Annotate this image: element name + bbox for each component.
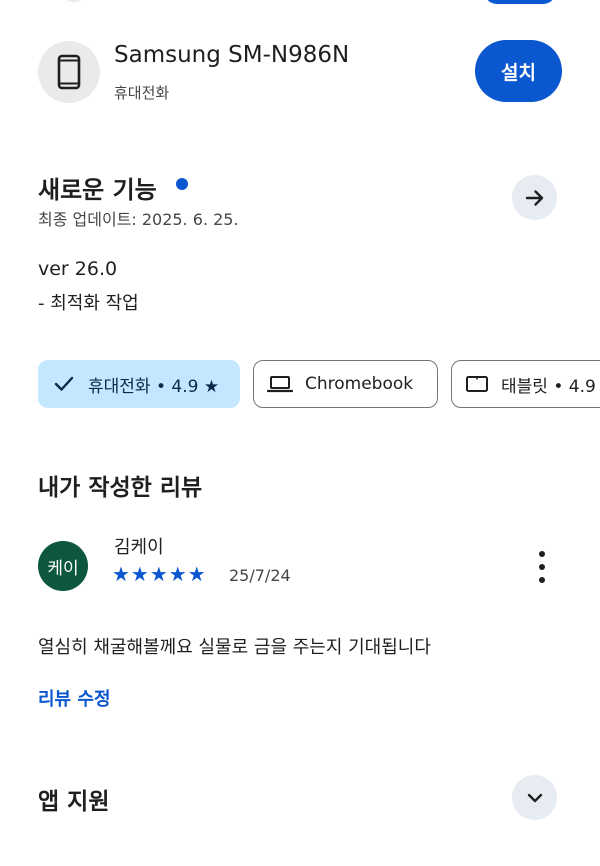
- arrow-right-icon[interactable]: [512, 175, 557, 220]
- device-type: 휴대전화: [114, 84, 170, 102]
- avatar: 케이: [38, 541, 88, 591]
- chevron-down-icon[interactable]: [512, 775, 557, 820]
- star-rating: ★★★★★: [112, 562, 207, 586]
- review-author: 김케이: [114, 537, 164, 558]
- chip-phone[interactable]: 휴대전화 • 4.9 ★: [38, 360, 240, 408]
- chip-label: Chromebook: [305, 374, 414, 394]
- chip-chromebook[interactable]: Chromebook: [253, 360, 438, 408]
- phone-icon: [38, 41, 100, 103]
- tablet-icon: [465, 375, 489, 393]
- edit-review-link[interactable]: 리뷰 수정: [38, 685, 111, 711]
- device-name: Samsung SM-N986N: [114, 42, 350, 68]
- version-text: ver 26.0: [38, 258, 118, 280]
- previous-item-icon: [58, 0, 90, 2]
- new-indicator-dot: [176, 178, 188, 190]
- chip-label: 태블릿 • 4.9 ★: [501, 376, 600, 397]
- review-date: 25/7/24: [229, 566, 291, 585]
- last-updated: 최종 업데이트: 2025. 6. 25.: [38, 210, 239, 229]
- release-note: - 최적화 작업: [38, 293, 139, 314]
- my-review-title: 내가 작성한 리뷰: [38, 475, 203, 501]
- review-text: 열심히 채굴해볼께요 실물로 금을 주는지 기대됩니다: [38, 637, 431, 658]
- chip-tablet[interactable]: 태블릿 • 4.9 ★: [451, 360, 600, 408]
- check-icon: [54, 376, 74, 392]
- whats-new-title: 새로운 기능: [38, 176, 157, 204]
- more-vert-icon[interactable]: [532, 551, 552, 583]
- app-support-title: 앱 지원: [38, 789, 110, 815]
- install-button[interactable]: 설치: [475, 40, 562, 102]
- laptop-icon: [267, 375, 293, 393]
- previous-install-button[interactable]: [484, 0, 556, 4]
- chip-label: 휴대전화 • 4.9 ★: [88, 376, 220, 397]
